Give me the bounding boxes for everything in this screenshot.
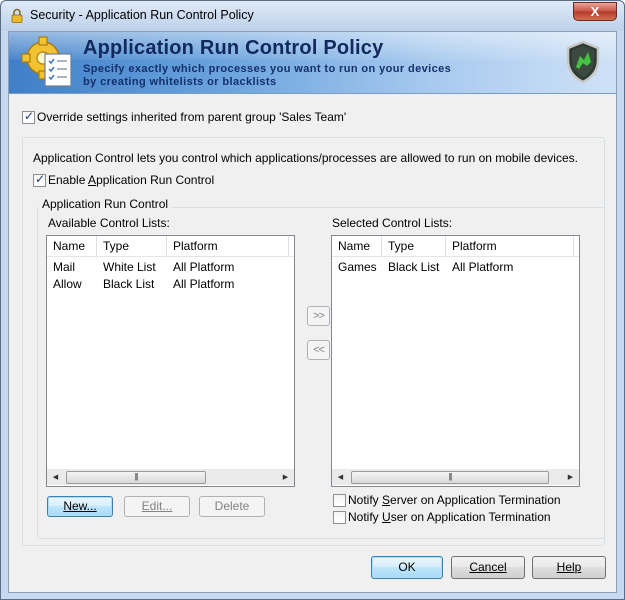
window-title: Security - Application Run Control Polic… — [30, 8, 254, 22]
scroll-right-icon[interactable]: ▶ — [277, 469, 294, 486]
description-text: Application Control lets you control whi… — [33, 151, 578, 165]
settings-panel: Application Control lets you control whi… — [22, 137, 605, 546]
banner-subtitle: Specify exactly which processes you want… — [83, 63, 451, 89]
notify-server-checkbox[interactable] — [333, 494, 346, 507]
delete-list-button[interactable]: Delete — [199, 496, 265, 517]
available-lists-listview[interactable]: Name Type Platform Mail White List All P… — [46, 235, 295, 487]
column-header-name[interactable]: Name — [332, 236, 382, 256]
notify-user-label: Notify User on Application Termination — [348, 510, 551, 524]
scroll-right-icon[interactable]: ▶ — [562, 469, 579, 486]
ok-button[interactable]: OK — [371, 556, 443, 579]
cancel-button[interactable]: Cancel — [451, 556, 525, 579]
new-list-button[interactable]: New... — [47, 496, 113, 517]
selected-lists-listview[interactable]: Name Type Platform Games Black List All … — [331, 235, 580, 487]
column-header-type[interactable]: Type — [382, 236, 446, 256]
enable-run-control-label: Enable Application Run Control — [48, 173, 215, 187]
available-lists-label: Available Control Lists: — [48, 216, 170, 230]
header-banner: Application Run Control Policy Specify e… — [9, 32, 616, 94]
list-item[interactable]: Games Black List All Platform — [332, 259, 579, 276]
selected-lists-header: Name Type Platform — [332, 236, 579, 257]
horizontal-scrollbar[interactable]: ◀ ||| ▶ — [47, 468, 294, 485]
add-to-selected-button[interactable]: >> — [307, 306, 330, 326]
horizontal-scrollbar[interactable]: ◀ ||| ▶ — [332, 468, 579, 485]
notify-user-checkbox[interactable] — [333, 511, 346, 524]
dialog-client-area: Application Run Control Policy Specify e… — [8, 31, 617, 593]
banner-subtitle-line-1: Specify exactly which processes you want… — [83, 63, 452, 75]
scrollbar-thumb[interactable]: ||| — [66, 471, 206, 484]
column-header-platform[interactable]: Platform — [446, 236, 574, 256]
column-header-platform[interactable]: Platform — [167, 236, 289, 256]
column-header-type[interactable]: Type — [97, 236, 167, 256]
lock-icon — [11, 8, 23, 23]
scroll-left-icon[interactable]: ◀ — [47, 469, 64, 486]
selected-lists-label: Selected Control Lists: — [332, 216, 453, 230]
close-icon: X — [590, 4, 600, 19]
run-control-group-label: Application Run Control — [39, 197, 172, 211]
security-shield-icon — [566, 40, 600, 84]
edit-list-button[interactable]: Edit... — [124, 496, 190, 517]
override-checkbox[interactable] — [22, 109, 35, 124]
column-header-name[interactable]: Name — [47, 236, 97, 256]
remove-from-selected-button[interactable]: << — [307, 340, 330, 360]
scrollbar-thumb[interactable]: ||| — [351, 471, 549, 484]
dialog-window: Security - Application Run Control Polic… — [0, 0, 625, 600]
list-item[interactable]: Mail White List All Platform — [47, 259, 294, 276]
scroll-left-icon[interactable]: ◀ — [332, 469, 349, 486]
override-label: Override settings inherited from parent … — [37, 110, 347, 124]
banner-subtitle-line-2: by creating whitelists or blacklists — [83, 76, 277, 88]
title-bar[interactable]: Security - Application Run Control Polic… — [1, 1, 624, 31]
notify-server-label: Notify Server on Application Termination — [348, 493, 561, 507]
available-lists-header: Name Type Platform — [47, 236, 294, 257]
close-button[interactable]: X — [573, 2, 617, 21]
policy-document-gear-icon — [21, 36, 72, 87]
list-item[interactable]: Allow Black List All Platform — [47, 276, 294, 293]
banner-title: Application Run Control Policy — [83, 37, 384, 59]
enable-run-control-checkbox[interactable] — [33, 172, 46, 187]
help-button[interactable]: Help — [532, 556, 606, 579]
